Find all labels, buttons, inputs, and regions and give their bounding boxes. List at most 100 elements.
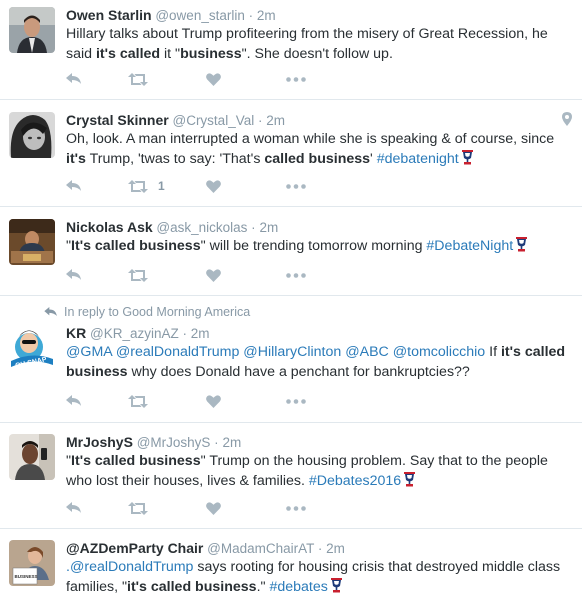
- text-fragment: it ": [160, 45, 181, 62]
- retweet-icon: [128, 268, 148, 282]
- bold-keyword: It's called business: [71, 238, 201, 254]
- retweet-icon: [128, 394, 148, 408]
- separator-dot: ·: [248, 8, 254, 23]
- more-button[interactable]: [286, 398, 306, 404]
- text-fragment: Trump, 'twas to say: 'That's: [85, 150, 265, 167]
- hashtag-link[interactable]: #debatenight: [377, 151, 459, 167]
- hashtag-link[interactable]: #Debates2016: [309, 473, 401, 489]
- avatar[interactable]: [9, 112, 55, 158]
- avatar[interactable]: [9, 7, 55, 53]
- mention-link[interactable]: .@realDonaldTrump: [66, 559, 193, 575]
- more-icon: [286, 272, 306, 278]
- reply-icon: [66, 269, 81, 280]
- reply-button[interactable]: [66, 502, 128, 514]
- like-button[interactable]: [206, 501, 286, 515]
- tweet-text: Hillary talks about Trump profiteering f…: [66, 25, 570, 64]
- reply-arrow-icon: [44, 307, 57, 317]
- more-button[interactable]: [286, 76, 306, 82]
- more-button[interactable]: [286, 505, 306, 511]
- tweet[interactable]: Crystal Skinner @Crystal_Val · 2m Oh, lo…: [0, 100, 582, 207]
- timestamp[interactable]: 2m: [191, 326, 210, 341]
- timestamp[interactable]: 2m: [222, 435, 241, 450]
- retweet-icon: [128, 72, 148, 86]
- retweet-button[interactable]: [128, 72, 206, 86]
- user-handle[interactable]: @Crystal_Val: [172, 113, 254, 128]
- hashtag-link[interactable]: #debates: [269, 579, 327, 595]
- bold-keyword: it's called: [95, 45, 161, 62]
- retweet-button[interactable]: 1: [128, 179, 206, 193]
- display-name[interactable]: Crystal Skinner: [66, 112, 169, 128]
- tweet-text: @GMA @realDonaldTrump @HillaryClinton @A…: [66, 343, 570, 382]
- user-handle[interactable]: @MrJoshyS: [137, 435, 211, 450]
- display-name[interactable]: MrJoshyS: [66, 434, 133, 450]
- like-button[interactable]: [206, 179, 286, 193]
- tweet-header: Nickolas Ask @ask_nickolas · 2m: [66, 207, 570, 237]
- separator-dot: ·: [251, 220, 256, 235]
- debate-trophy-icon: [516, 237, 528, 252]
- reply-button[interactable]: [66, 395, 128, 407]
- location-pin-icon[interactable]: [562, 112, 572, 126]
- timestamp[interactable]: 2m: [266, 113, 285, 128]
- user-handle[interactable]: @KR_azyinAZ: [90, 326, 179, 341]
- bold-keyword: It's called business: [71, 453, 201, 469]
- action-bar: [66, 392, 306, 410]
- retweet-icon: [128, 179, 148, 193]
- tweet-header: @AZDemParty Chair @MadamChairAT · 2m: [66, 529, 570, 558]
- avatar[interactable]: OH SNAP: [9, 323, 55, 369]
- tweet[interactable]: Nickolas Ask @ask_nickolas · 2m "It's ca…: [0, 207, 582, 296]
- reply-icon: [66, 395, 81, 406]
- reply-icon: [66, 502, 81, 513]
- tweet-text: "It's called business" Trump on the hous…: [66, 452, 570, 491]
- like-button[interactable]: [206, 394, 286, 408]
- display-name[interactable]: @AZDemParty Chair: [66, 540, 203, 556]
- reply-button[interactable]: [66, 73, 128, 85]
- heart-icon: [206, 179, 221, 193]
- retweet-count: 1: [158, 179, 165, 193]
- like-button[interactable]: [206, 72, 286, 86]
- tweet[interactable]: BUSINESS @AZDemParty Chair @MadamChairAT…: [0, 529, 582, 606]
- like-button[interactable]: [206, 268, 286, 282]
- reply-context[interactable]: In reply to Good Morning America: [44, 304, 250, 320]
- more-button[interactable]: [286, 183, 306, 189]
- text-fragment: If: [485, 344, 501, 360]
- avatar[interactable]: [9, 219, 55, 265]
- timestamp[interactable]: 2m: [259, 220, 278, 235]
- mention-link[interactable]: @GMA @realDonaldTrump @HillaryClinton @A…: [66, 344, 485, 360]
- tweet[interactable]: In reply to Good Morning America OH SNAP…: [0, 296, 582, 423]
- avatar[interactable]: BUSINESS: [9, 540, 55, 586]
- text-fragment: .": [256, 578, 270, 595]
- more-icon: [286, 505, 306, 511]
- retweet-button[interactable]: [128, 501, 206, 515]
- bold-keyword: it's: [66, 150, 86, 167]
- action-bar: 1: [66, 177, 306, 195]
- timestamp[interactable]: 2m: [257, 8, 276, 23]
- retweet-button[interactable]: [128, 394, 206, 408]
- tweet[interactable]: Owen Starlin @owen_starlin · 2m Hillary …: [0, 0, 582, 100]
- user-handle[interactable]: @ask_nickolas: [156, 220, 247, 235]
- heart-icon: [206, 72, 221, 86]
- action-bar: [66, 70, 306, 88]
- bold-keyword: it's called business: [127, 578, 257, 595]
- display-name[interactable]: Nickolas Ask: [66, 219, 153, 235]
- debate-trophy-icon: [404, 471, 416, 486]
- reply-button[interactable]: [66, 269, 128, 281]
- reply-context-label[interactable]: In reply to Good Morning America: [64, 304, 250, 320]
- more-icon: [286, 76, 306, 82]
- debate-trophy-icon: [461, 149, 473, 164]
- reply-button[interactable]: [66, 180, 128, 192]
- avatar[interactable]: [9, 434, 55, 480]
- tweet-header: Owen Starlin @owen_starlin · 2m: [66, 0, 570, 25]
- retweet-icon: [128, 501, 148, 515]
- user-handle[interactable]: @MadamChairAT: [207, 541, 314, 556]
- tweet-text: .@realDonaldTrump says rooting for housi…: [66, 558, 570, 597]
- more-button[interactable]: [286, 272, 306, 278]
- separator-dot: ·: [257, 113, 263, 128]
- user-handle[interactable]: @owen_starlin: [155, 8, 245, 23]
- hashtag-link[interactable]: #DebateNight: [426, 238, 513, 254]
- tweet[interactable]: MrJoshyS @MrJoshyS · 2m "It's called bus…: [0, 423, 582, 529]
- display-name[interactable]: Owen Starlin: [66, 7, 152, 23]
- separator-dot: ·: [182, 326, 188, 341]
- retweet-button[interactable]: [128, 268, 206, 282]
- display-name[interactable]: KR: [66, 325, 86, 341]
- timestamp[interactable]: 2m: [326, 541, 345, 556]
